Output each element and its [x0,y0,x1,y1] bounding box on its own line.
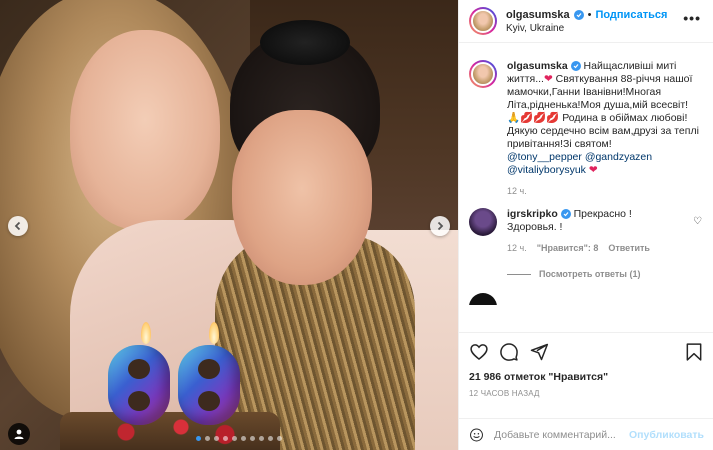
carousel-dot [205,436,210,441]
post-timestamp[interactable]: 12 ЧАСОВ НАЗАД [469,389,704,398]
view-replies-label: Посмотреть ответы (1) [539,269,641,279]
likes-count[interactable]: 21 986 отметок "Нравится" [469,371,704,383]
comment-time[interactable]: 12 ч. [507,242,527,255]
caption-time[interactable]: 12 ч. [507,185,527,198]
carousel-dot [223,436,228,441]
carousel-dot [277,436,282,441]
post-modal: olgasumska • Подписаться Kyiv, Ukraine •… [0,0,713,450]
replies-line [507,273,531,275]
author-username[interactable]: olgasumska [506,9,570,21]
heart-emoji: ❤ [588,164,598,176]
carousel-indicator [196,436,282,441]
carousel-dot [196,436,201,441]
verified-badge-icon [570,61,581,72]
comment-item-partial [469,293,704,305]
chevron-right-icon [437,221,444,231]
view-replies-button[interactable]: Посмотреть ответы (1) [507,269,704,279]
comment-text: Прекрасно ! [573,208,632,220]
photo-birthday-cake [60,412,280,450]
carousel-dot [241,436,246,441]
reply-button[interactable]: Ответить [608,242,650,255]
user-icon [14,429,24,439]
post-sidebar: olgasumska • Подписаться Kyiv, Ukraine •… [458,0,713,450]
comment-likes-count[interactable]: "Нравится": 8 [537,242,599,255]
comment-like-icon[interactable]: ♡ [693,216,702,227]
commenter-avatar[interactable] [469,208,497,236]
post-actions: 21 986 отметок "Нравится" 12 ЧАСОВ НАЗАД [459,332,713,398]
photo-candle-digit-eight [108,345,170,425]
post-location[interactable]: Kyiv, Ukraine [506,23,667,34]
photo-woman-left-face [70,30,220,230]
comment-input[interactable] [494,428,630,441]
heart-icon[interactable] [469,342,489,362]
carousel-dot [259,436,264,441]
post-photo[interactable] [0,0,458,450]
photo-candle-flame [209,322,219,344]
carousel-dot [268,436,273,441]
caption-avatar[interactable] [469,60,497,88]
photo-woman-right-face [232,110,372,285]
chevron-left-icon [14,221,21,231]
verified-badge-icon [560,209,571,220]
comment-icon[interactable] [499,342,519,362]
commenter-avatar[interactable] [469,293,497,305]
carousel-dot [214,436,219,441]
mention-link[interactable]: @vitaliyborysyuk ❤ [507,164,704,177]
caption-username[interactable]: olgasumska [507,60,568,72]
add-comment-bar: Опубликовать [459,418,713,450]
follow-button[interactable]: Подписаться [595,9,667,21]
mention-link[interactable]: @tony__pepper @gandzyazen [507,151,704,164]
tagged-users-button[interactable] [8,423,30,445]
more-options-icon[interactable]: ••• [683,11,701,25]
verified-badge-icon [573,9,584,20]
bookmark-icon[interactable] [684,342,704,362]
carousel-next-button[interactable] [430,216,450,236]
comment-text [507,293,704,305]
publish-button[interactable]: Опубликовать [629,429,704,441]
comments-list: olgasumska Найщасливіші миті життя...❤ С… [459,50,713,330]
heart-emoji: ❤ [543,73,553,85]
comment-text: Здоровья. ! [507,221,563,233]
caption-text-line: 🙏💋💋💋 Родина в обіймах любові! Дякую серд… [507,112,699,150]
share-icon[interactable] [529,342,549,362]
smile-icon[interactable] [469,426,484,444]
photo-candle-digit-eight [178,345,240,425]
post-header: olgasumska • Подписаться Kyiv, Ukraine •… [459,0,713,43]
carousel-prev-button[interactable] [8,216,28,236]
carousel-dot [232,436,237,441]
photo-candle-flame [141,322,151,344]
carousel-dot [250,436,255,441]
author-avatar[interactable] [469,7,497,35]
commenter-username[interactable]: igrskripko [507,208,558,220]
mention-link[interactable]: @gandzyazen [585,151,652,163]
caption: olgasumska Найщасливіші миті життя...❤ С… [469,60,704,198]
photo-hair-bow [260,20,350,65]
comment-item: igrskripko Прекрасно ! Здоровья. ! 12 ч.… [469,208,704,255]
